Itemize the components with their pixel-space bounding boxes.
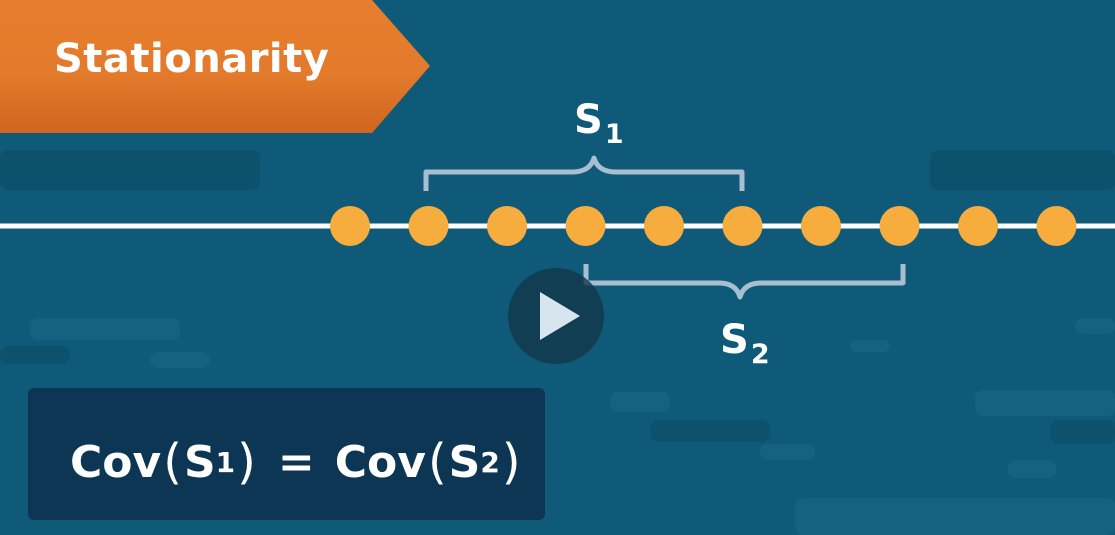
formula-right-open-paren: (	[427, 434, 447, 490]
time-point	[565, 206, 606, 246]
segment-s1-bracket	[423, 155, 745, 191]
time-point	[487, 206, 527, 246]
formula-left-var: S	[183, 436, 216, 488]
formula-right-var: S	[448, 436, 481, 488]
formula-right-close-paren: )	[501, 434, 521, 490]
time-point	[722, 206, 763, 246]
time-point	[330, 206, 370, 246]
formula-right-subscript: 2	[480, 445, 500, 479]
segment-s1-letter: S	[574, 97, 603, 143]
formula-left-close-paren: )	[237, 434, 256, 490]
covariance-formula: Cov ( S 1 ) = Cov ( S 2 )	[70, 432, 523, 492]
segment-s2-letter: S	[720, 317, 749, 363]
formula-left-subscript: 1	[215, 445, 236, 479]
play-button[interactable]	[508, 268, 604, 364]
segment-s2-subscript: 2	[750, 339, 770, 370]
time-point	[1036, 206, 1077, 246]
time-point	[408, 206, 449, 246]
time-point	[801, 206, 841, 246]
video-frame: Stationarity S1 S2 Cov ( S 1 ) = Cov ( S…	[0, 0, 1115, 535]
formula-left-open-paren: (	[163, 434, 182, 490]
time-point	[958, 206, 998, 246]
time-point	[879, 206, 920, 246]
segment-s2-label: S2	[720, 320, 770, 368]
formula-right-fn: Cov	[334, 436, 426, 488]
play-icon	[540, 292, 580, 340]
segment-s1-subscript: 1	[604, 119, 624, 150]
time-point	[644, 206, 684, 246]
formula-equals: =	[277, 436, 315, 488]
segment-s2-bracket	[583, 264, 906, 300]
segment-s1-label: S1	[574, 100, 624, 148]
formula-left-fn: Cov	[70, 436, 162, 488]
